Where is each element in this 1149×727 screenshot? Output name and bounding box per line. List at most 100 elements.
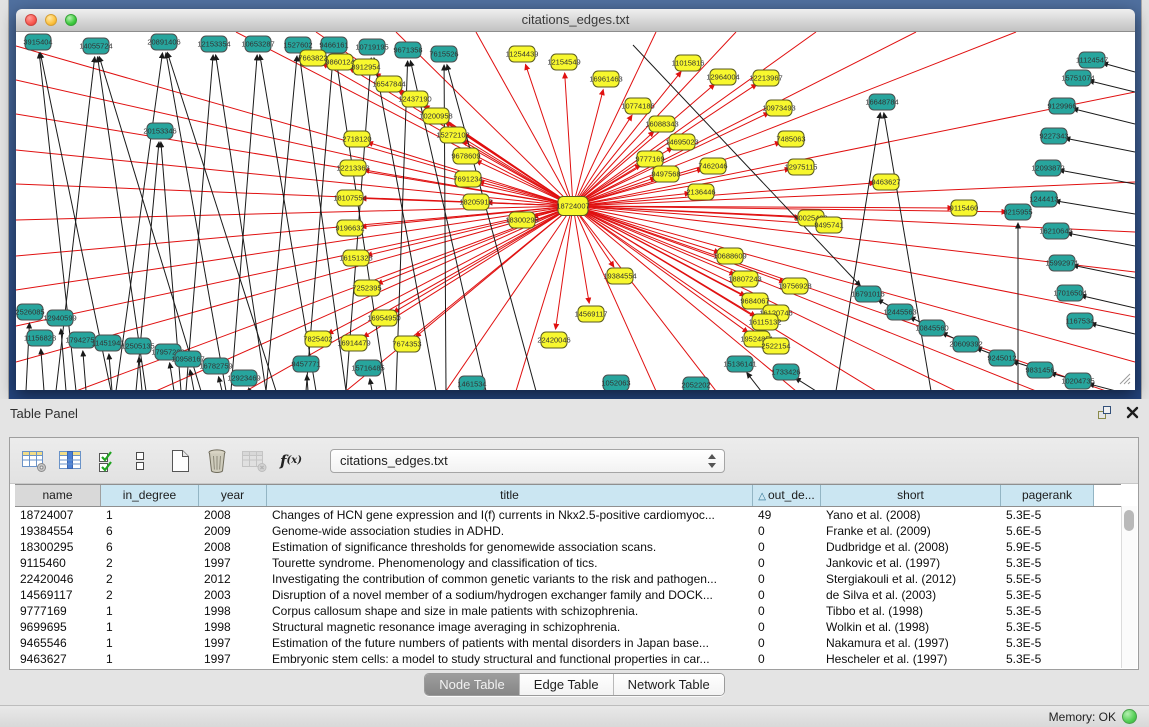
delete-column-icon[interactable]	[203, 447, 231, 475]
close-panel-icon[interactable]	[1126, 406, 1139, 424]
table-row[interactable]: 1456911722003Disruption of a novel membe…	[15, 587, 1121, 603]
column-header-out_de[interactable]: △out_de...	[753, 485, 821, 506]
cell-title[interactable]: Disruption of a novel member of a sodium…	[267, 587, 753, 603]
cell-year[interactable]: 1997	[199, 651, 267, 667]
network-edge-red[interactable]	[573, 32, 1016, 206]
network-node-selected[interactable]: 7663822	[298, 50, 327, 66]
cell-pagerank[interactable]: 5.3E-5	[1001, 507, 1094, 523]
row-height-icon[interactable]	[131, 447, 149, 475]
network-node[interactable]: 16782759	[199, 358, 232, 374]
network-node[interactable]: 9457771	[291, 356, 320, 372]
network-node[interactable]: 1167534	[1066, 313, 1095, 329]
cell-title[interactable]: Embryonic stem cells: a model to study s…	[267, 651, 753, 667]
network-edge-red[interactable]	[573, 206, 1106, 390]
network-node[interactable]: 14055724	[79, 38, 112, 54]
network-node[interactable]: 16648784	[865, 94, 898, 110]
network-node-selected[interactable]: 12213363	[336, 160, 369, 176]
table-selector-dropdown[interactable]: citations_edges.txt	[330, 449, 725, 473]
network-node-selected[interactable]: 18807243	[728, 271, 761, 287]
cell-short[interactable]: Tibbo et al. (1998)	[821, 603, 1001, 619]
network-node[interactable]: 15136141	[723, 356, 756, 372]
network-edge[interactable]	[1073, 109, 1135, 124]
network-edge-red[interactable]	[393, 206, 573, 312]
network-edge[interactable]	[1067, 233, 1135, 246]
network-edge-red[interactable]	[16, 114, 573, 206]
network-node[interactable]: 20153346	[143, 123, 176, 139]
network-node-selected[interactable]: 7691234	[453, 171, 482, 187]
cell-short[interactable]: Stergiakouli et al. (2012)	[821, 571, 1001, 587]
network-node-selected[interactable]: 15272102	[436, 127, 469, 143]
network-node[interactable]: 15751074	[1061, 70, 1094, 86]
cell-name[interactable]: 9115460	[15, 555, 101, 571]
network-node[interactable]: 2052202	[681, 377, 710, 390]
network-edge-red[interactable]	[573, 32, 916, 206]
cell-in_degree[interactable]: 1	[101, 619, 199, 635]
network-node[interactable]: 9129966	[1047, 98, 1076, 114]
cell-title[interactable]: Investigating the contribution of common…	[267, 571, 753, 587]
network-edge-red[interactable]	[573, 206, 716, 390]
show-columns-icon[interactable]	[57, 447, 85, 475]
new-column-icon[interactable]	[166, 447, 194, 475]
cell-year[interactable]: 2008	[199, 507, 267, 523]
cell-out_de[interactable]: 0	[753, 555, 821, 571]
network-node-selected[interactable]: 16914479	[337, 335, 370, 351]
network-node[interactable]: 16210643	[1039, 223, 1072, 239]
cell-name[interactable]: 9777169	[15, 603, 101, 619]
network-edge[interactable]	[186, 55, 213, 390]
network-edge[interactable]	[1073, 265, 1135, 278]
network-edge[interactable]	[167, 52, 276, 390]
table-settings-icon[interactable]	[20, 447, 48, 475]
network-edge[interactable]	[231, 55, 257, 390]
cell-title[interactable]: Changes of HCN gene expression and I(f) …	[267, 507, 753, 523]
network-node[interactable]: 12940599	[43, 310, 76, 326]
network-node[interactable]: 7615526	[429, 46, 458, 62]
network-node-selected[interactable]: 16115132	[749, 314, 782, 330]
column-header-short[interactable]: short	[821, 485, 1001, 506]
network-node[interactable]: 1461534	[457, 376, 486, 390]
cell-in_degree[interactable]: 1	[101, 603, 199, 619]
cell-name[interactable]: 9465546	[15, 635, 101, 651]
table-row[interactable]: 946362711997Embryonic stem cells: a mode…	[15, 651, 1121, 667]
scrollbar-thumb[interactable]	[1124, 510, 1134, 531]
network-edge[interactable]	[83, 351, 86, 390]
network-node[interactable]: 11451941	[92, 335, 125, 351]
cell-name[interactable]: 19384554	[15, 523, 101, 539]
network-node-selected[interactable]: 7252395	[352, 280, 381, 296]
network-node-selected[interactable]: 9678609	[451, 148, 480, 164]
cell-in_degree[interactable]: 2	[101, 571, 199, 587]
network-node-selected[interactable]: 10688609	[713, 248, 746, 264]
network-node[interactable]: 11124547	[1076, 52, 1108, 68]
cell-out_de[interactable]: 0	[753, 571, 821, 587]
cell-in_degree[interactable]: 2	[101, 555, 199, 571]
network-node[interactable]: 12093872	[1031, 160, 1064, 176]
network-node[interactable]: 12923469	[227, 370, 260, 386]
network-edge[interactable]	[190, 370, 194, 390]
network-edge-red[interactable]	[573, 183, 875, 206]
table-row[interactable]: 911546021997Tourette syndrome. Phenomeno…	[15, 555, 1121, 571]
network-node[interactable]: 9831456	[1025, 362, 1054, 378]
network-edge[interactable]	[219, 377, 222, 390]
network-node-selected[interactable]: 9777169	[635, 151, 664, 167]
network-edge[interactable]	[1065, 138, 1135, 152]
cell-pagerank[interactable]: 5.9E-5	[1001, 539, 1094, 555]
network-node[interactable]: 9227343	[1039, 128, 1068, 144]
network-node-selected[interactable]: 7462046	[698, 158, 727, 174]
cell-out_de[interactable]: 0	[753, 619, 821, 635]
cell-title[interactable]: Corpus callosum shape and size in male p…	[267, 603, 753, 619]
network-node[interactable]: 12153354	[197, 36, 230, 52]
float-panel-icon[interactable]	[1097, 405, 1112, 425]
cell-out_de[interactable]: 0	[753, 651, 821, 667]
network-hub-node-selected[interactable]: 18724007	[556, 197, 589, 216]
network-node-selected[interactable]: 10774186	[621, 98, 654, 114]
cell-in_degree[interactable]: 1	[101, 651, 199, 667]
resize-grip[interactable]	[1120, 374, 1130, 384]
network-node[interactable]: 16791016	[851, 286, 884, 302]
network-node[interactable]: 1244413	[1029, 191, 1058, 207]
network-edge-red[interactable]	[556, 206, 573, 329]
cell-in_degree[interactable]: 2	[101, 587, 199, 603]
cell-out_de[interactable]: 0	[753, 635, 821, 651]
network-node-selected[interactable]: 9860124	[325, 54, 354, 70]
network-edge[interactable]	[266, 56, 297, 390]
network-node-selected[interactable]: 16088343	[645, 116, 678, 132]
network-node-selected[interactable]: 2136446	[686, 184, 715, 200]
